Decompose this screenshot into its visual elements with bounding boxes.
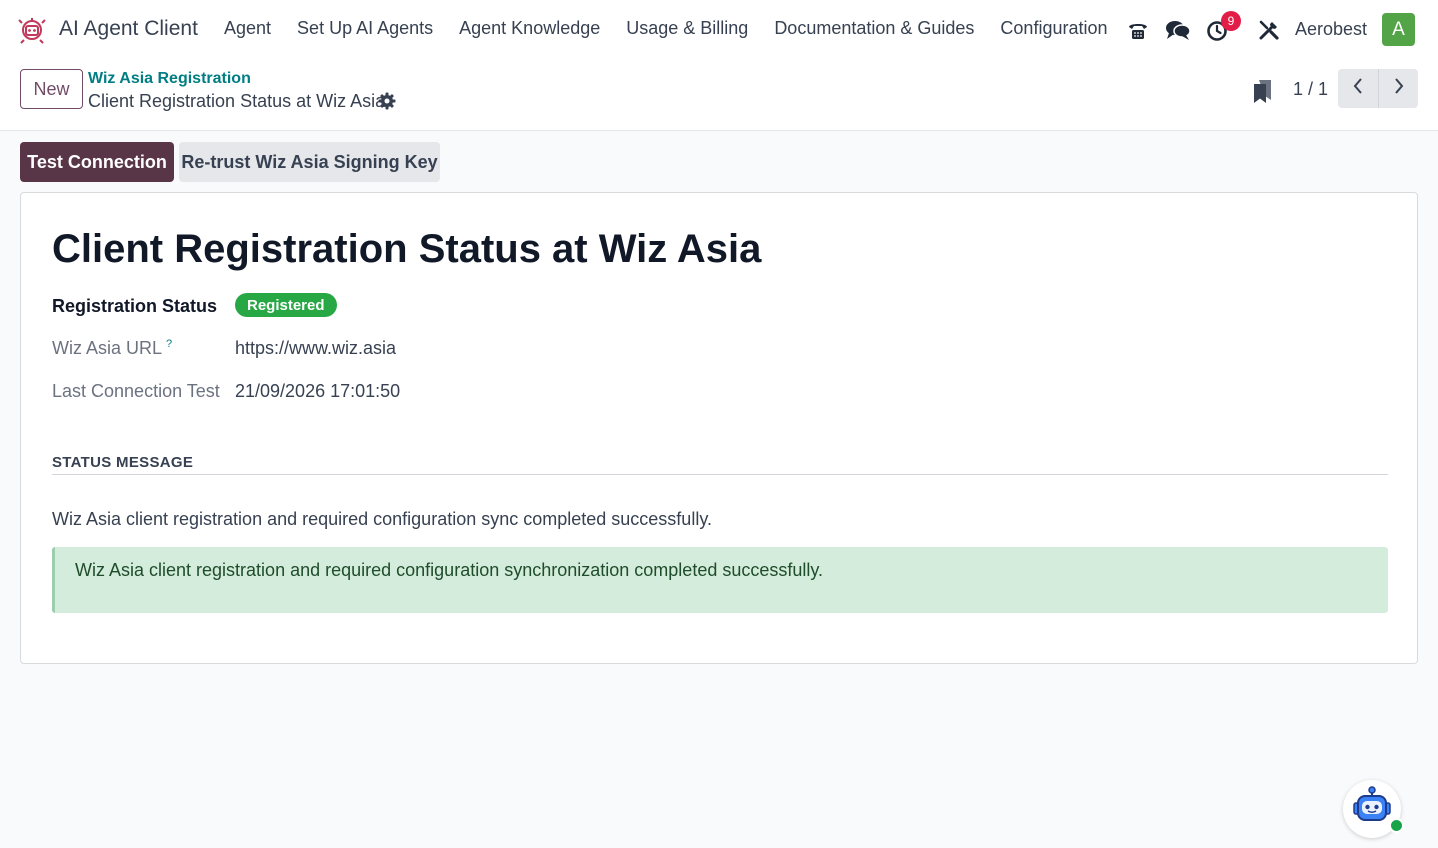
main-menu: Agent Set Up AI Agents Agent Knowledge U… — [224, 18, 1134, 39]
retrust-signing-key-button[interactable]: Re-trust Wiz Asia Signing Key — [179, 142, 440, 182]
menu-item-agent-knowledge[interactable]: Agent Knowledge — [459, 18, 600, 39]
pager-value[interactable]: 1 / 1 — [1293, 79, 1328, 100]
breadcrumb-current: Client Registration Status at Wiz Asia — [88, 91, 386, 111]
app-logo-icon[interactable] — [16, 14, 48, 46]
success-alert: Wiz Asia client registration and require… — [52, 547, 1388, 613]
menu-item-set-up-ai-agents[interactable]: Set Up AI Agents — [297, 18, 433, 39]
wiz-asia-url-value: https://www.wiz.asia — [235, 338, 397, 358]
gear-icon[interactable] — [378, 92, 396, 110]
chat-icon[interactable] — [1164, 16, 1192, 44]
wiz-asia-url-label-text: Wiz Asia URL — [52, 338, 163, 358]
menu-item-documentation-guides[interactable]: Documentation & Guides — [774, 18, 974, 39]
tools-icon[interactable] — [1255, 16, 1283, 44]
phone-icon[interactable] — [1124, 16, 1152, 44]
new-button[interactable]: New — [20, 69, 83, 109]
pager-previous-button[interactable] — [1338, 69, 1378, 108]
registration-status-label: Registration Status — [52, 296, 218, 316]
success-alert-text: Wiz Asia client registration and require… — [75, 560, 824, 580]
test-connection-button[interactable]: Test Connection — [20, 142, 174, 182]
last-connection-test-label: Last Connection Test — [52, 381, 220, 401]
record-bookmark-icon[interactable] — [1251, 78, 1273, 104]
menu-item-agent[interactable]: Agent — [224, 18, 271, 39]
form-sheet: Client Registration Status at Wiz Asia R… — [20, 192, 1418, 664]
menu-item-configuration[interactable]: Configuration — [1000, 18, 1107, 39]
chevron-left-icon — [1352, 77, 1364, 100]
pager-next-button[interactable] — [1378, 69, 1418, 108]
status-badge: Registered — [235, 293, 337, 317]
user-avatar[interactable]: A — [1382, 13, 1415, 46]
control-panel: New Wiz Asia Registration Client Registr… — [0, 60, 1438, 131]
section-divider — [52, 474, 1388, 475]
online-status-dot — [1389, 818, 1404, 833]
breadcrumb-parent-link[interactable]: Wiz Asia Registration — [88, 70, 251, 88]
chevron-right-icon — [1393, 77, 1405, 100]
help-tooltip-icon[interactable]: ? — [166, 338, 172, 350]
activity-count-badge: 9 — [1221, 11, 1241, 31]
last-connection-test-value: 21/09/2026 17:01:50 — [235, 381, 401, 401]
record-title: Client Registration Status at Wiz Asia — [52, 227, 762, 271]
company-switcher[interactable]: Aerobest — [1295, 19, 1367, 40]
status-message-text: Wiz Asia client registration and require… — [52, 509, 712, 529]
top-navbar: AI Agent Client Agent Set Up AI Agents A… — [0, 0, 1438, 60]
status-message-section-title: STATUS MESSAGE — [52, 454, 194, 471]
app-name[interactable]: AI Agent Client — [59, 17, 198, 41]
robot-icon — [1350, 785, 1394, 833]
wiz-asia-url-label: Wiz Asia URL? — [52, 338, 172, 359]
menu-item-usage-billing[interactable]: Usage & Billing — [626, 18, 748, 39]
